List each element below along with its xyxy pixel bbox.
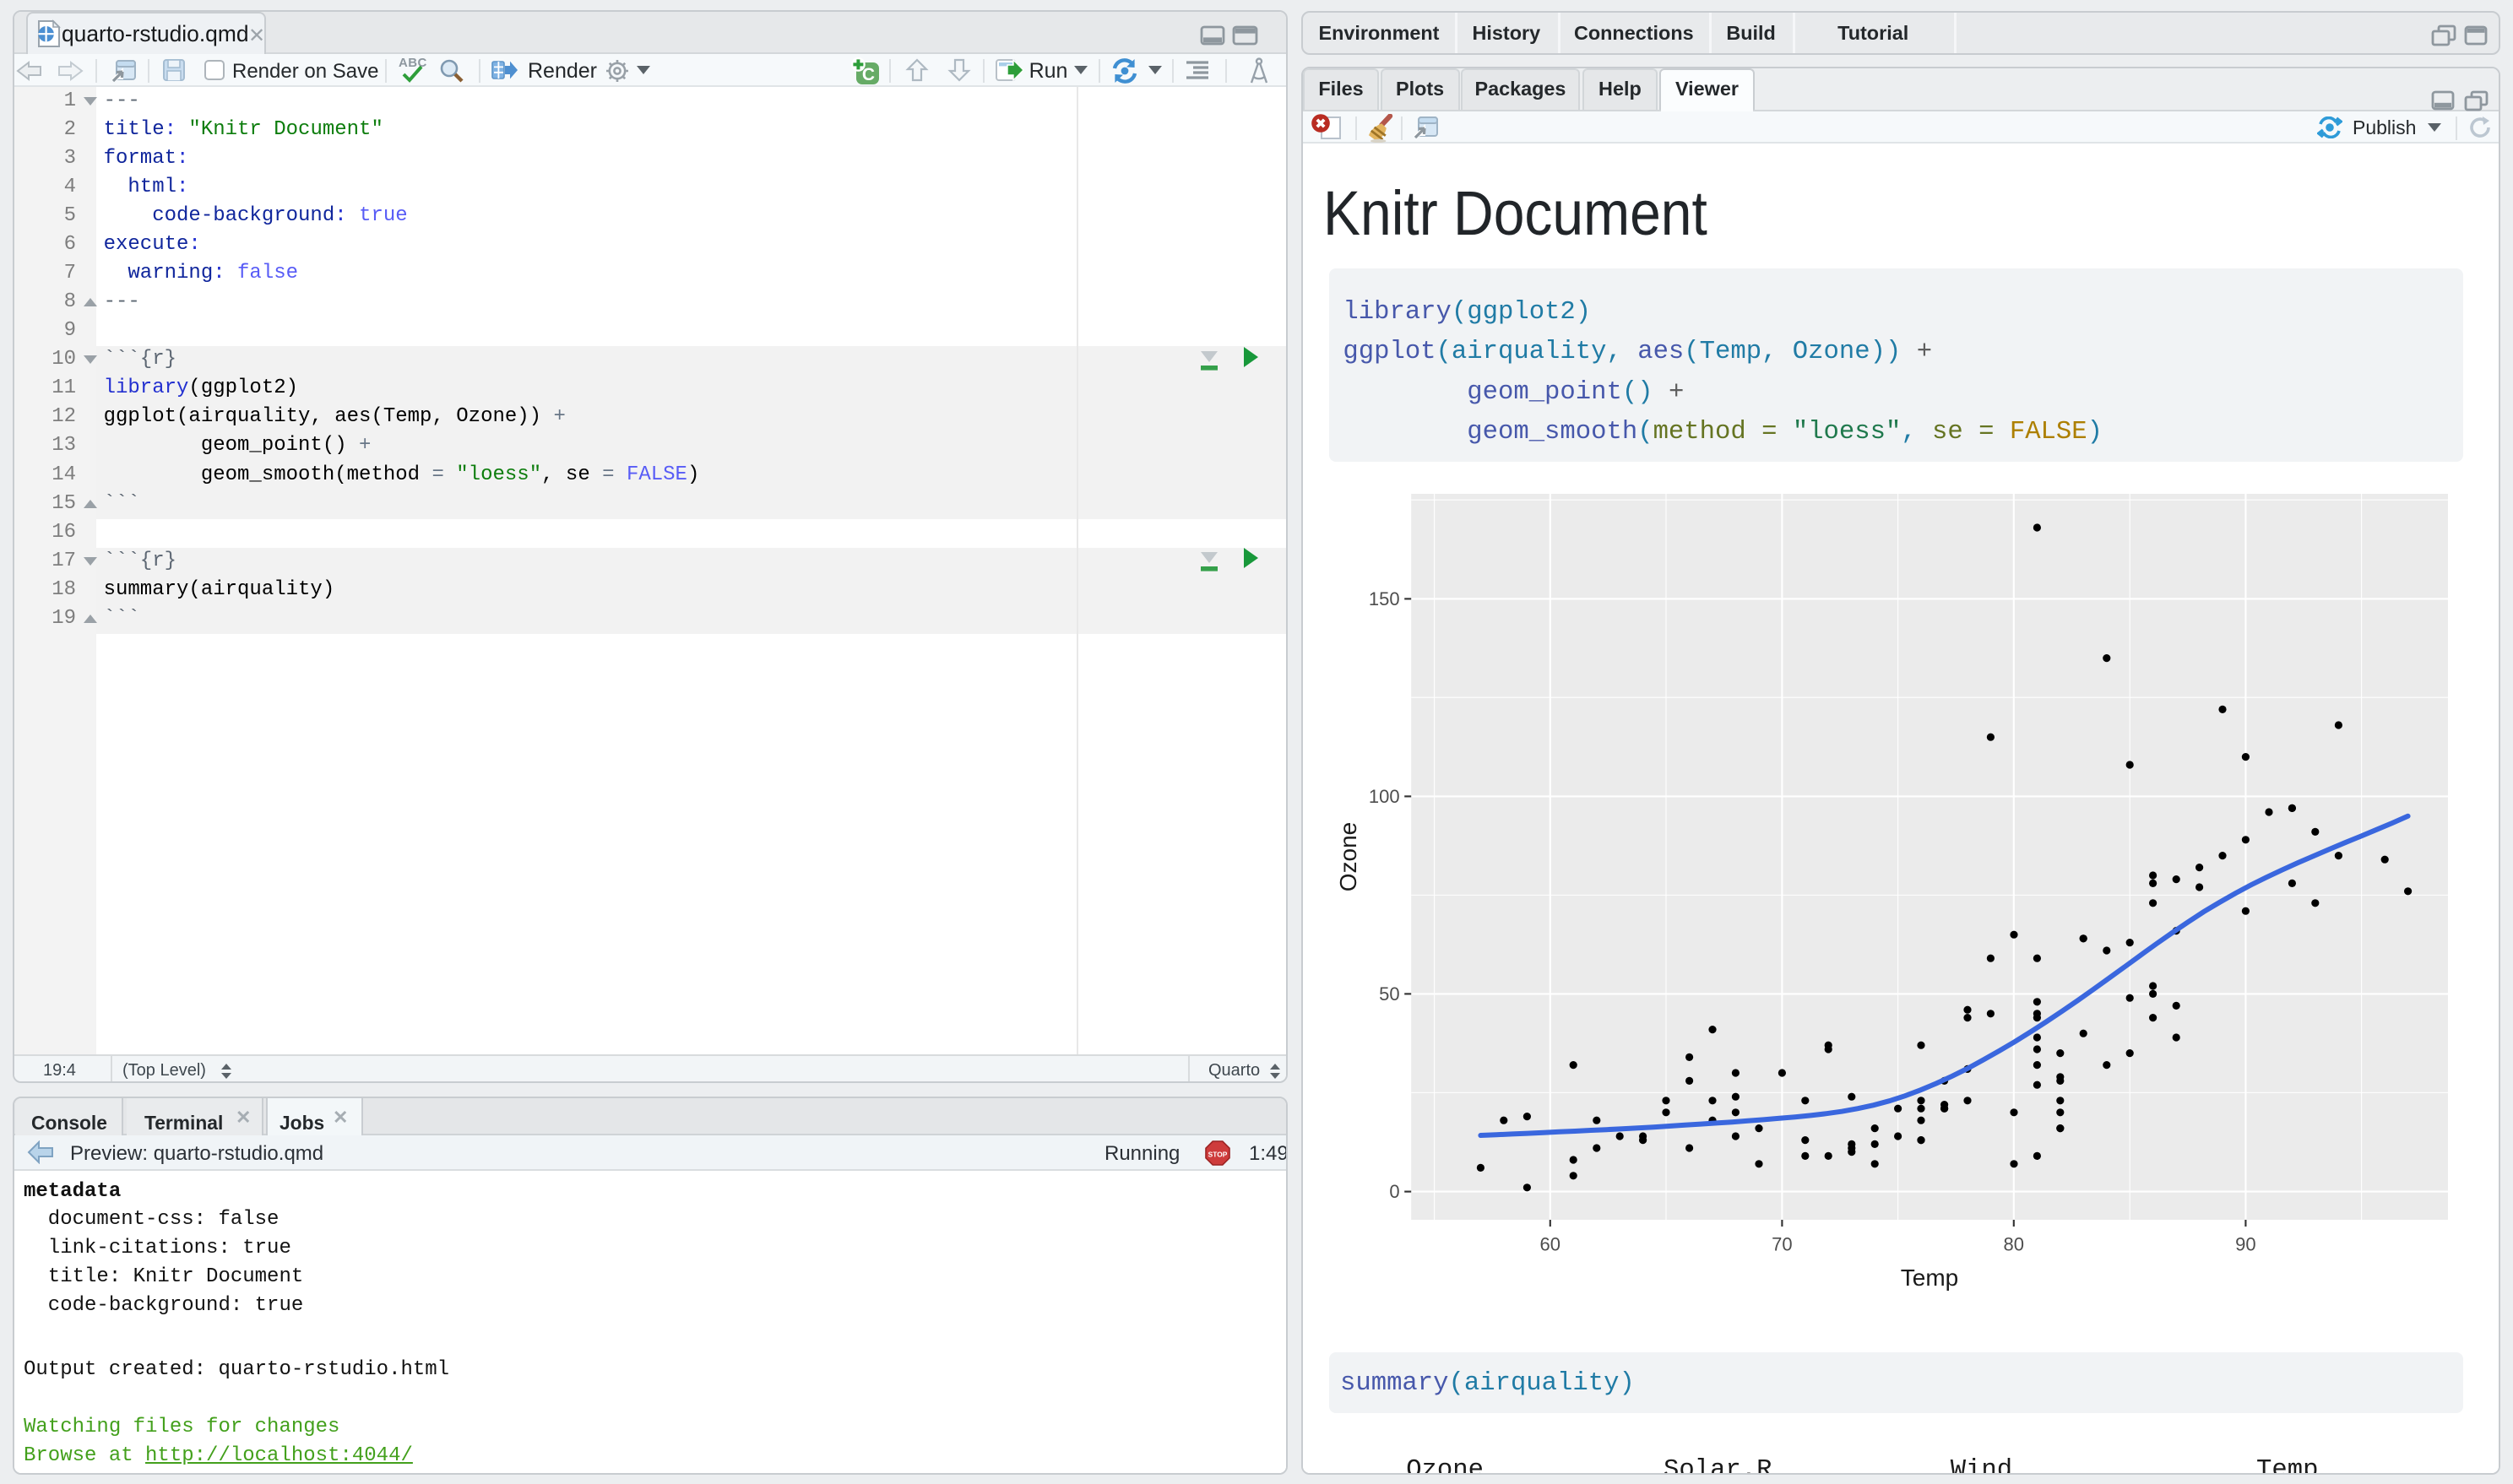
svg-text:100: 100 (1369, 786, 1400, 807)
svg-text:70: 70 (1772, 1234, 1792, 1255)
svg-text:Temp: Temp (1901, 1265, 1958, 1291)
svg-text:150: 150 (1369, 588, 1400, 609)
svg-text:50: 50 (1379, 983, 1399, 1005)
svg-text:Ozone: Ozone (1335, 822, 1361, 892)
svg-text:90: 90 (2235, 1234, 2255, 1255)
svg-text:0: 0 (1389, 1181, 1399, 1202)
svg-text:80: 80 (2004, 1234, 2024, 1255)
svg-text:STOP: STOP (1208, 1151, 1228, 1159)
svg-text:60: 60 (1540, 1234, 1560, 1255)
